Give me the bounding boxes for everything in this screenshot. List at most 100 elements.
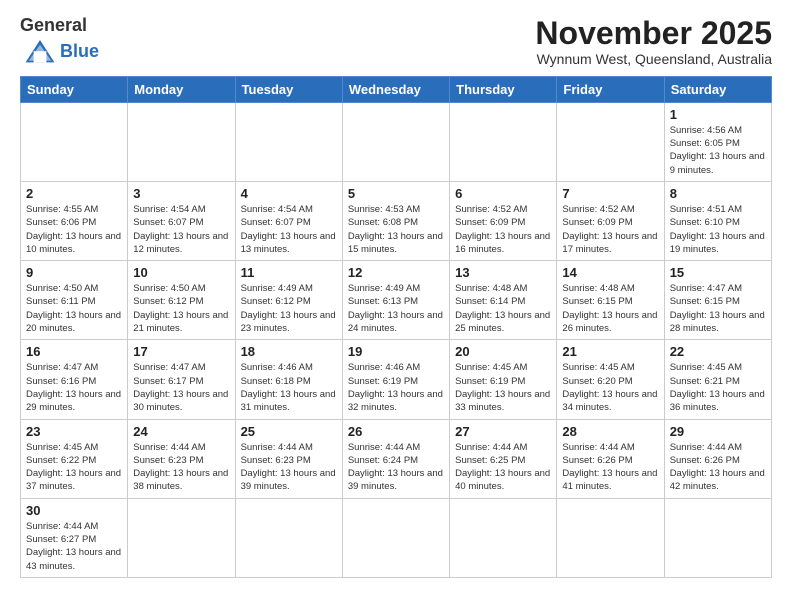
day-number: 22: [670, 344, 766, 359]
calendar-cell: 25 Sunrise: 4:44 AM Sunset: 6:23 PM Dayli…: [235, 419, 342, 498]
day-number: 14: [562, 265, 658, 280]
calendar-cell: [128, 102, 235, 181]
calendar-cell: [342, 498, 449, 577]
calendar-cell: 18Sunrise: 4:46 AM Sunset: 6:18 PM Dayli…: [235, 340, 342, 419]
calendar-cell: 1 Sunrise: 4:56 AM Sunset: 6:05 PM Daylig…: [664, 102, 771, 181]
calendar-week-row: 1 Sunrise: 4:56 AM Sunset: 6:05 PM Daylig…: [21, 102, 772, 181]
day-of-week-header: Saturday: [664, 76, 771, 102]
day-info: Sunrise: 4:46 AM Sunset: 6:19 PM Dayligh…: [348, 361, 444, 414]
day-number: 29: [670, 424, 766, 439]
day-info: Sunrise: 4:52 AM Sunset: 6:09 PM Dayligh…: [455, 203, 551, 256]
day-info: Sunrise: 4:50 AM Sunset: 6:11 PM Dayligh…: [26, 282, 122, 335]
calendar-cell: 23 Sunrise: 4:45 AM Sunset: 6:22 PM Dayli…: [21, 419, 128, 498]
day-info: Sunrise: 4:56 AM Sunset: 6:05 PM Dayligh…: [670, 124, 766, 177]
day-info: Sunrise: 4:46 AM Sunset: 6:18 PM Dayligh…: [241, 361, 337, 414]
calendar-cell: 4Sunrise: 4:54 AM Sunset: 6:07 PM Daylig…: [235, 181, 342, 260]
day-of-week-header: Sunday: [21, 76, 128, 102]
calendar-cell: 3 Sunrise: 4:54 AM Sunset: 6:07 PM Daylig…: [128, 181, 235, 260]
day-number: 21: [562, 344, 658, 359]
day-info: Sunrise: 4:52 AM Sunset: 6:09 PM Dayligh…: [562, 203, 658, 256]
day-number: 9: [26, 265, 122, 280]
calendar-cell: 11Sunrise: 4:49 AM Sunset: 6:12 PM Dayli…: [235, 261, 342, 340]
day-of-week-header: Tuesday: [235, 76, 342, 102]
day-number: 1: [670, 107, 766, 122]
day-number: 15: [670, 265, 766, 280]
calendar-cell: 28Sunrise: 4:44 AM Sunset: 6:26 PM Dayli…: [557, 419, 664, 498]
day-number: 24: [133, 424, 229, 439]
day-of-week-header: Thursday: [450, 76, 557, 102]
day-number: 10: [133, 265, 229, 280]
day-number: 23: [26, 424, 122, 439]
day-of-week-header: Monday: [128, 76, 235, 102]
calendar-cell: [557, 102, 664, 181]
day-of-week-header: Friday: [557, 76, 664, 102]
calendar-cell: 20 Sunrise: 4:45 AM Sunset: 6:19 PM Dayli…: [450, 340, 557, 419]
day-info: Sunrise: 4:48 AM Sunset: 6:15 PM Dayligh…: [562, 282, 658, 335]
calendar-week-row: 2Sunrise: 4:55 AM Sunset: 6:06 PM Daylig…: [21, 181, 772, 260]
logo-icon: [24, 36, 56, 68]
day-number: 19: [348, 344, 444, 359]
day-info: Sunrise: 4:49 AM Sunset: 6:12 PM Dayligh…: [241, 282, 337, 335]
day-number: 20: [455, 344, 551, 359]
calendar-cell: 24 Sunrise: 4:44 AM Sunset: 6:23 PM Dayli…: [128, 419, 235, 498]
calendar-cell: [450, 498, 557, 577]
calendar: SundayMondayTuesdayWednesdayThursdayFrid…: [20, 76, 772, 578]
logo-general: General: [20, 15, 87, 35]
day-info: Sunrise: 4:44 AM Sunset: 6:24 PM Dayligh…: [348, 441, 444, 494]
day-number: 3: [133, 186, 229, 201]
calendar-cell: [342, 102, 449, 181]
day-info: Sunrise: 4:50 AM Sunset: 6:12 PM Dayligh…: [133, 282, 229, 335]
calendar-week-row: 16Sunrise: 4:47 AM Sunset: 6:16 PM Dayli…: [21, 340, 772, 419]
day-info: Sunrise: 4:44 AM Sunset: 6:23 PM Dayligh…: [241, 441, 337, 494]
calendar-cell: [450, 102, 557, 181]
day-number: 5: [348, 186, 444, 201]
calendar-cell: 10 Sunrise: 4:50 AM Sunset: 6:12 PM Dayli…: [128, 261, 235, 340]
day-number: 27: [455, 424, 551, 439]
calendar-cell: 5Sunrise: 4:53 AM Sunset: 6:08 PM Daylig…: [342, 181, 449, 260]
day-info: Sunrise: 4:44 AM Sunset: 6:25 PM Dayligh…: [455, 441, 551, 494]
calendar-cell: 22 Sunrise: 4:45 AM Sunset: 6:21 PM Dayli…: [664, 340, 771, 419]
day-info: Sunrise: 4:55 AM Sunset: 6:06 PM Dayligh…: [26, 203, 122, 256]
day-info: Sunrise: 4:51 AM Sunset: 6:10 PM Dayligh…: [670, 203, 766, 256]
day-number: 13: [455, 265, 551, 280]
day-number: 28: [562, 424, 658, 439]
day-number: 7: [562, 186, 658, 201]
day-number: 25: [241, 424, 337, 439]
calendar-week-row: 30 Sunrise: 4:44 AM Sunset: 6:27 PM Dayli…: [21, 498, 772, 577]
calendar-cell: 13Sunrise: 4:48 AM Sunset: 6:14 PM Dayli…: [450, 261, 557, 340]
day-info: Sunrise: 4:44 AM Sunset: 6:27 PM Dayligh…: [26, 520, 122, 573]
day-number: 4: [241, 186, 337, 201]
day-number: 30: [26, 503, 122, 518]
calendar-cell: [235, 498, 342, 577]
calendar-header-row: SundayMondayTuesdayWednesdayThursdayFrid…: [21, 76, 772, 102]
calendar-cell: 6 Sunrise: 4:52 AM Sunset: 6:09 PM Daylig…: [450, 181, 557, 260]
day-info: Sunrise: 4:47 AM Sunset: 6:16 PM Dayligh…: [26, 361, 122, 414]
day-info: Sunrise: 4:44 AM Sunset: 6:23 PM Dayligh…: [133, 441, 229, 494]
calendar-cell: 7 Sunrise: 4:52 AM Sunset: 6:09 PM Daylig…: [557, 181, 664, 260]
day-info: Sunrise: 4:47 AM Sunset: 6:15 PM Dayligh…: [670, 282, 766, 335]
day-number: 26: [348, 424, 444, 439]
calendar-cell: 14 Sunrise: 4:48 AM Sunset: 6:15 PM Dayli…: [557, 261, 664, 340]
day-info: Sunrise: 4:45 AM Sunset: 6:22 PM Dayligh…: [26, 441, 122, 494]
day-info: Sunrise: 4:54 AM Sunset: 6:07 PM Dayligh…: [133, 203, 229, 256]
calendar-cell: [557, 498, 664, 577]
calendar-cell: 15 Sunrise: 4:47 AM Sunset: 6:15 PM Dayli…: [664, 261, 771, 340]
calendar-cell: 17Sunrise: 4:47 AM Sunset: 6:17 PM Dayli…: [128, 340, 235, 419]
day-number: 17: [133, 344, 229, 359]
day-info: Sunrise: 4:44 AM Sunset: 6:26 PM Dayligh…: [670, 441, 766, 494]
day-info: Sunrise: 4:45 AM Sunset: 6:19 PM Dayligh…: [455, 361, 551, 414]
day-info: Sunrise: 4:45 AM Sunset: 6:20 PM Dayligh…: [562, 361, 658, 414]
calendar-cell: 29 Sunrise: 4:44 AM Sunset: 6:26 PM Dayli…: [664, 419, 771, 498]
logo-blue-text: Blue: [60, 42, 99, 62]
header: General Blue November 2025 Wynnum West, …: [20, 16, 772, 68]
calendar-cell: 12Sunrise: 4:49 AM Sunset: 6:13 PM Dayli…: [342, 261, 449, 340]
day-number: 8: [670, 186, 766, 201]
day-number: 6: [455, 186, 551, 201]
title-block: November 2025 Wynnum West, Queensland, A…: [535, 16, 772, 67]
calendar-cell: [235, 102, 342, 181]
calendar-cell: [128, 498, 235, 577]
day-info: Sunrise: 4:45 AM Sunset: 6:21 PM Dayligh…: [670, 361, 766, 414]
day-of-week-header: Wednesday: [342, 76, 449, 102]
page: General Blue November 2025 Wynnum West, …: [0, 0, 792, 612]
calendar-cell: [21, 102, 128, 181]
